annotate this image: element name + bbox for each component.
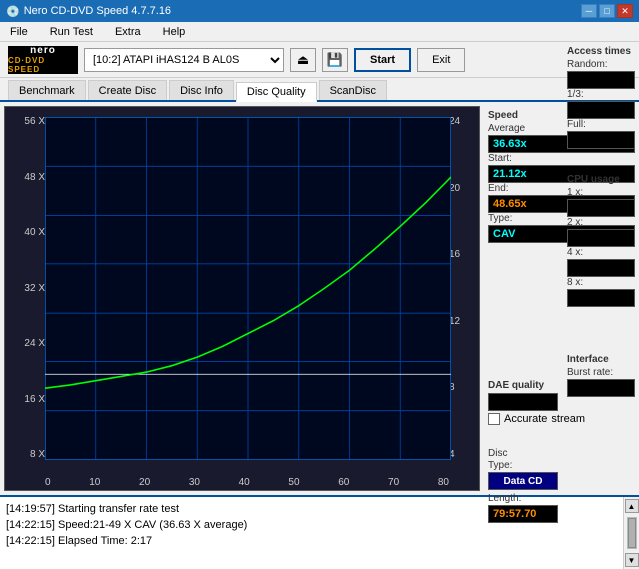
cpu-2x-label: 2 x: bbox=[567, 217, 635, 228]
cpu-4x-value bbox=[567, 259, 635, 277]
y-right-16: 16 bbox=[449, 250, 477, 260]
close-button[interactable]: ✕ bbox=[617, 4, 633, 18]
cpu-2x-value bbox=[567, 229, 635, 247]
x-label-60: 60 bbox=[338, 477, 349, 488]
tab-create-disc[interactable]: Create Disc bbox=[88, 80, 167, 100]
log-area: [14:19:57] Starting transfer rate test [… bbox=[0, 495, 639, 569]
y-right-4: 4 bbox=[449, 450, 477, 460]
cpu-title: CPU usage bbox=[567, 174, 635, 185]
full-label: Full: bbox=[567, 119, 635, 130]
scrollbar-thumb[interactable] bbox=[628, 518, 636, 548]
y-right-8: 8 bbox=[449, 383, 477, 393]
log-content: [14:19:57] Starting transfer rate test [… bbox=[0, 497, 623, 569]
titlebar-controls: ─ □ ✕ bbox=[581, 4, 633, 18]
eject-button[interactable]: ⏏ bbox=[290, 48, 316, 72]
y-label-40: 40 X bbox=[24, 228, 45, 238]
start-button[interactable]: Start bbox=[354, 48, 411, 72]
x-label-20: 20 bbox=[139, 477, 150, 488]
x-label-10: 10 bbox=[89, 477, 100, 488]
y-label-32: 32 X bbox=[24, 284, 45, 294]
exit-button[interactable]: Exit bbox=[417, 48, 465, 72]
interface-section: Interface Burst rate: bbox=[567, 350, 635, 397]
y-right-12: 12 bbox=[449, 317, 477, 327]
x-label-40: 40 bbox=[239, 477, 250, 488]
cpu-4x-label: 4 x: bbox=[567, 247, 635, 258]
menubar: File Run Test Extra Help bbox=[0, 22, 639, 42]
tab-disc-info[interactable]: Disc Info bbox=[169, 80, 234, 100]
y-label-24: 24 X bbox=[24, 339, 45, 349]
cpu-8x-label: 8 x: bbox=[567, 277, 635, 288]
accurate-label: Accurate bbox=[504, 413, 547, 425]
tab-disc-quality[interactable]: Disc Quality bbox=[236, 82, 317, 102]
y-label-8: 8 X bbox=[30, 450, 45, 460]
random-value bbox=[567, 71, 635, 89]
tab-benchmark[interactable]: Benchmark bbox=[8, 80, 86, 100]
one-third-label: 1/3: bbox=[567, 89, 635, 100]
log-line-3: [14:22:15] Elapsed Time: 2:17 bbox=[6, 533, 617, 549]
scroll-up-button[interactable]: ▲ bbox=[625, 499, 639, 513]
x-axis: 0 10 20 30 40 50 60 70 80 bbox=[45, 477, 449, 488]
x-label-80: 80 bbox=[438, 477, 449, 488]
app-icon: 💿 bbox=[6, 5, 20, 18]
scrollbar-track[interactable] bbox=[627, 517, 637, 549]
burst-label: Burst rate: bbox=[567, 367, 635, 378]
access-section: Access times Random: 1/3: Full: bbox=[567, 42, 635, 149]
menu-help[interactable]: Help bbox=[157, 24, 192, 40]
tabs: Benchmark Create Disc Disc Info Disc Qua… bbox=[0, 78, 639, 102]
menu-file[interactable]: File bbox=[4, 24, 34, 40]
y-axis-right: 24 20 16 12 8 4 bbox=[449, 117, 477, 460]
titlebar-title: 💿 Nero CD-DVD Speed 4.7.7.16 bbox=[6, 5, 171, 18]
menu-extra[interactable]: Extra bbox=[109, 24, 147, 40]
chart-area: 56 X 48 X 40 X 32 X 24 X 16 X 8 X 24 20 … bbox=[4, 106, 480, 491]
interface-title: Interface bbox=[567, 354, 635, 365]
cpu-1x-value bbox=[567, 199, 635, 217]
x-label-30: 30 bbox=[189, 477, 200, 488]
one-third-value bbox=[567, 101, 635, 119]
cpu-section: CPU usage 1 x: 2 x: 4 x: 8 x: bbox=[567, 170, 635, 307]
titlebar: 💿 Nero CD-DVD Speed 4.7.7.16 ─ □ ✕ bbox=[0, 0, 639, 22]
x-label-70: 70 bbox=[388, 477, 399, 488]
minimize-button[interactable]: ─ bbox=[581, 4, 597, 18]
y-label-48: 48 X bbox=[24, 173, 45, 183]
app-title: Nero CD-DVD Speed 4.7.7.16 bbox=[24, 5, 171, 17]
log-scrollbar: ▲ ▼ bbox=[623, 497, 639, 569]
y-label-16: 16 X bbox=[24, 395, 45, 405]
main-content: 56 X 48 X 40 X 32 X 24 X 16 X 8 X 24 20 … bbox=[0, 102, 639, 495]
disc-type-label: Disc bbox=[488, 448, 635, 459]
random-label: Random: bbox=[567, 59, 635, 70]
full-value bbox=[567, 131, 635, 149]
accurate-stream-row: Accurate stream bbox=[488, 413, 635, 425]
cpu-1x-label: 1 x: bbox=[567, 187, 635, 198]
maximize-button[interactable]: □ bbox=[599, 4, 615, 18]
y-label-56: 56 X bbox=[24, 117, 45, 127]
access-title: Access times bbox=[567, 46, 635, 57]
y-right-24: 24 bbox=[449, 117, 477, 127]
tab-scan-disc[interactable]: ScanDisc bbox=[319, 80, 387, 100]
right-panel: Speed Average 36.63x Start: 21.12x End: … bbox=[484, 102, 639, 495]
stream-label: stream bbox=[551, 413, 585, 425]
y-axis-left: 56 X 48 X 40 X 32 X 24 X 16 X 8 X bbox=[7, 117, 45, 460]
save-button[interactable]: 💾 bbox=[322, 48, 348, 72]
scroll-down-button[interactable]: ▼ bbox=[625, 553, 639, 567]
dae-value bbox=[488, 393, 558, 411]
nero-logo: nero CD·DVD SPEED bbox=[8, 46, 78, 74]
toolbar: nero CD·DVD SPEED [10:2] ATAPI iHAS124 B… bbox=[0, 42, 639, 78]
start-label: Start: bbox=[488, 153, 635, 164]
y-right-20: 20 bbox=[449, 184, 477, 194]
burst-value bbox=[567, 379, 635, 397]
x-label-0: 0 bbox=[45, 477, 51, 488]
chart-svg bbox=[45, 117, 451, 460]
x-label-50: 50 bbox=[288, 477, 299, 488]
drive-select[interactable]: [10:2] ATAPI iHAS124 B AL0S bbox=[84, 48, 284, 72]
accurate-stream-checkbox[interactable] bbox=[488, 413, 500, 425]
disc-type-sub: Type: bbox=[488, 460, 635, 471]
log-line-1: [14:19:57] Starting transfer rate test bbox=[6, 501, 617, 517]
menu-runtest[interactable]: Run Test bbox=[44, 24, 99, 40]
log-line-2: [14:22:15] Speed:21-49 X CAV (36.63 X av… bbox=[6, 517, 617, 533]
disc-type-value: Data CD bbox=[488, 472, 558, 490]
cpu-8x-value bbox=[567, 289, 635, 307]
